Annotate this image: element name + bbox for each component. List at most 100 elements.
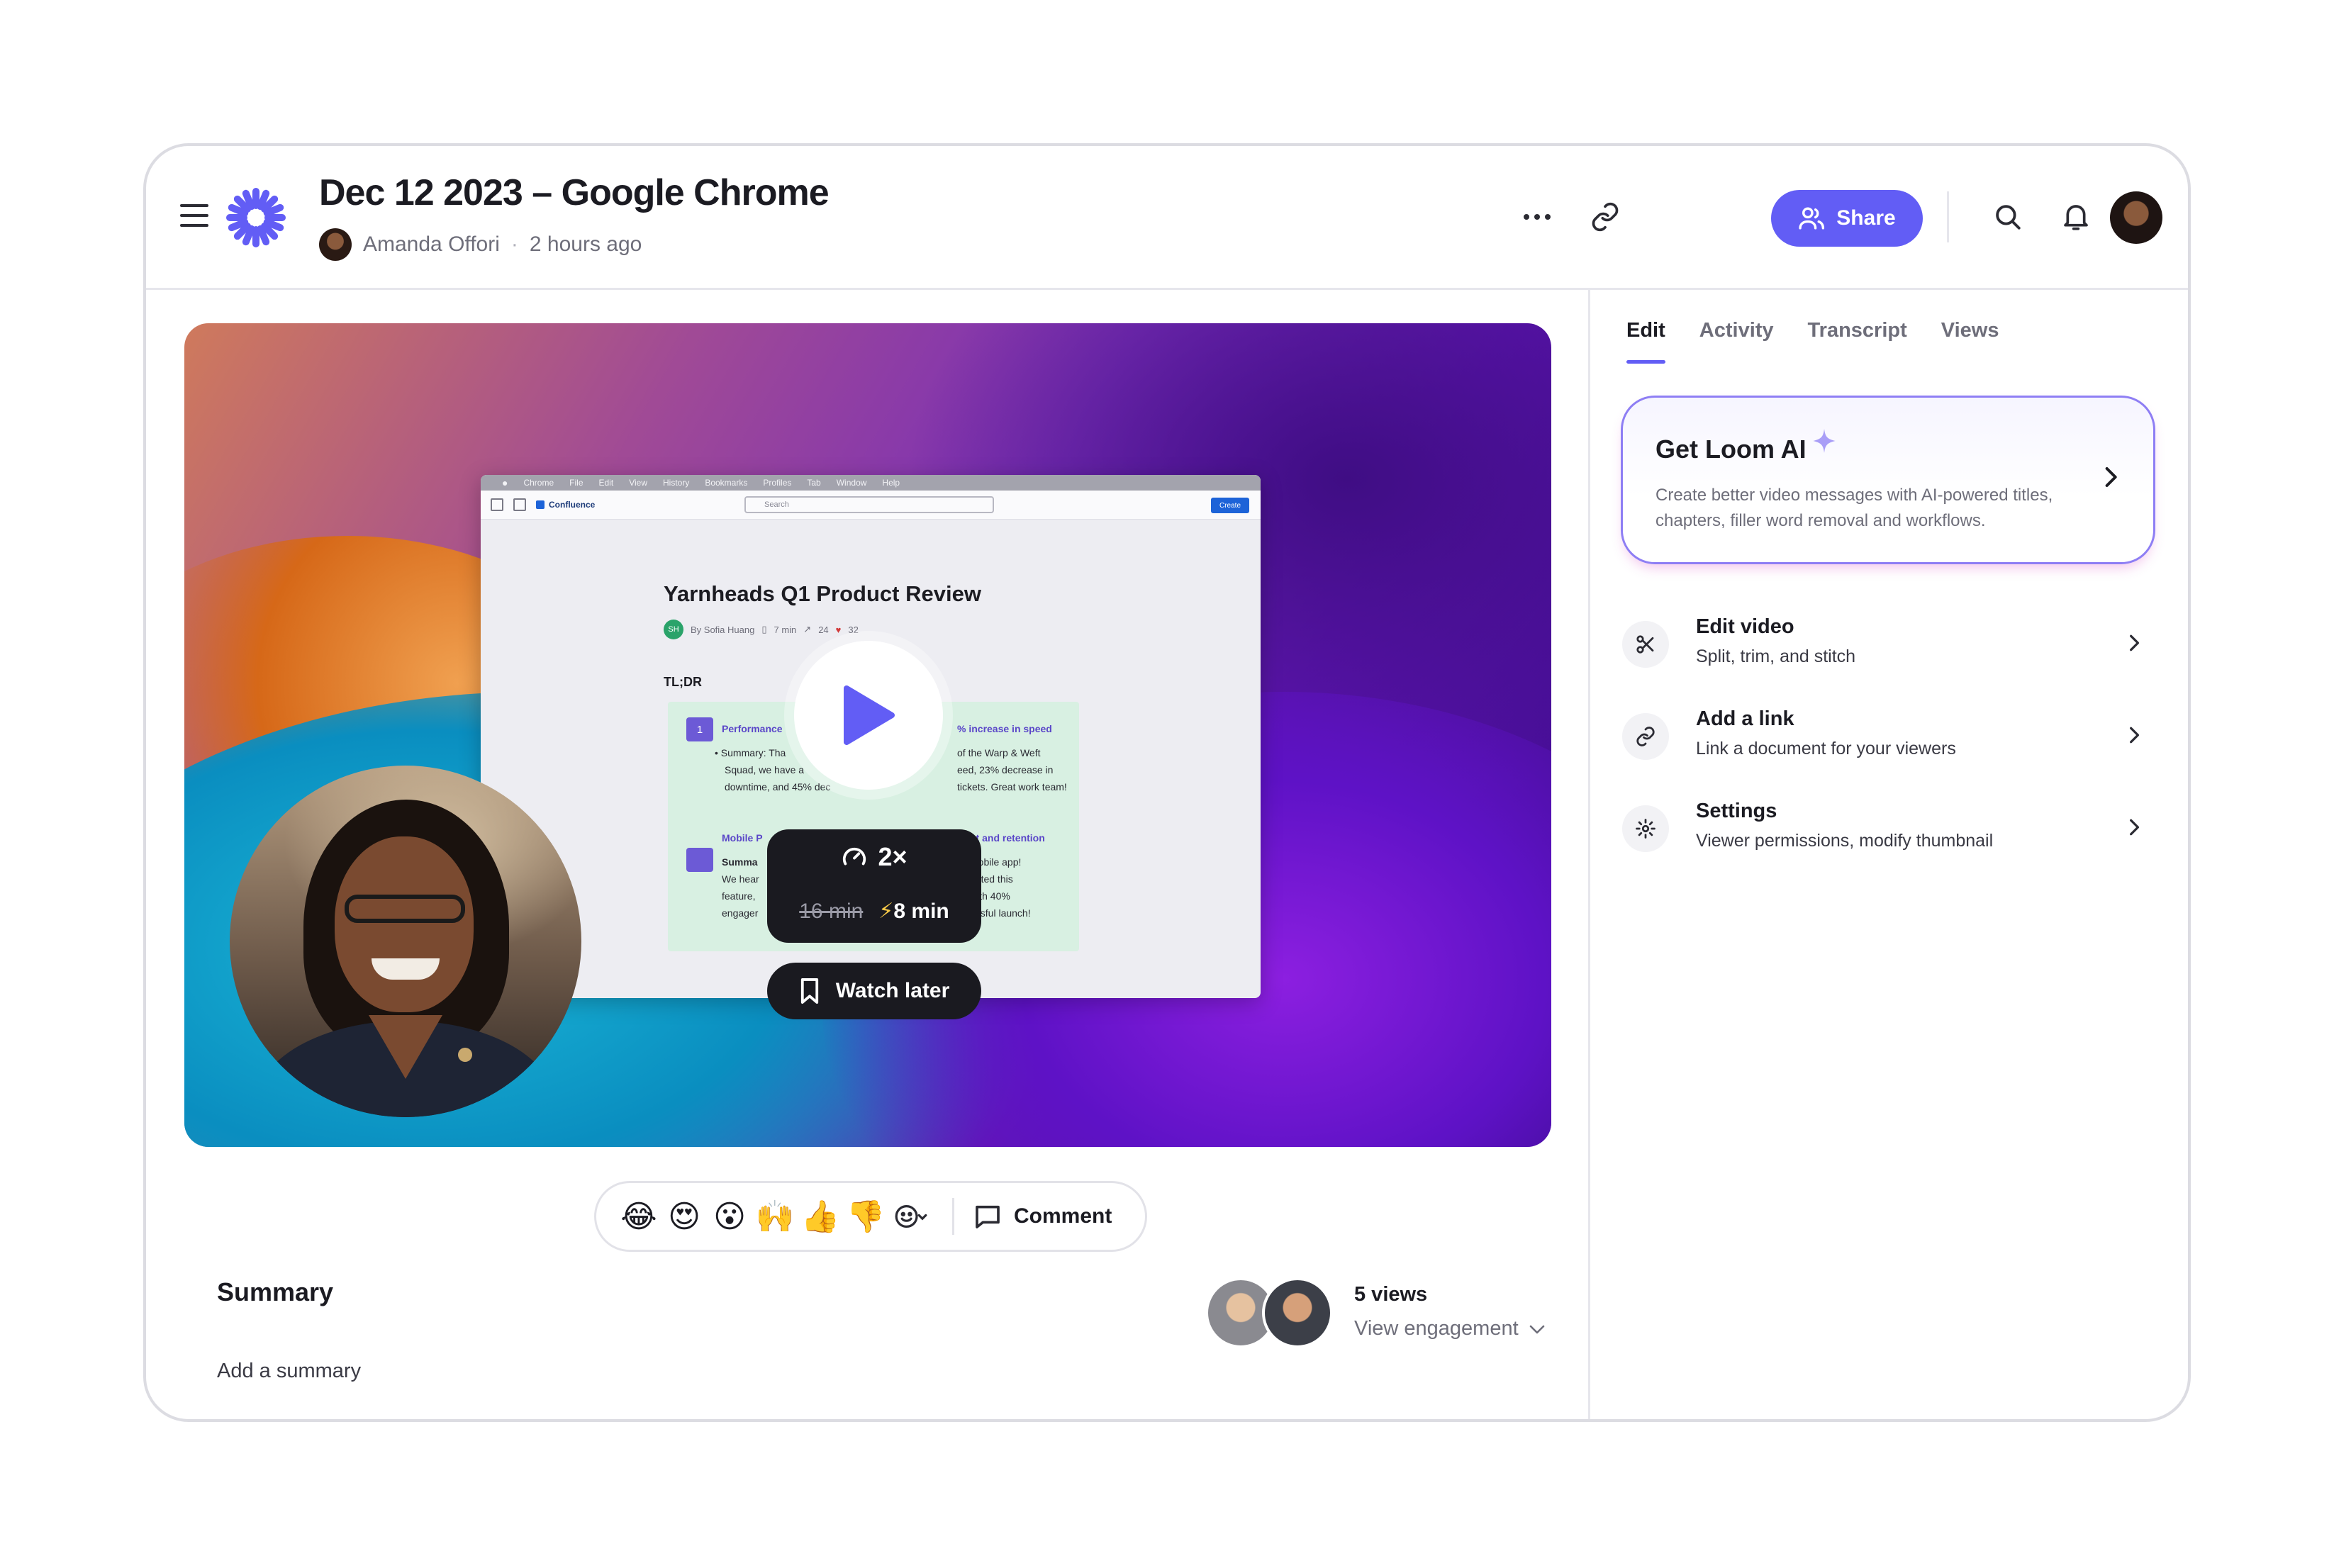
summary-heading: Summary [217, 1277, 334, 1306]
thumbs-up-emoji-button[interactable]: 👍 [798, 1194, 843, 1239]
share-button[interactable]: Share [1771, 190, 1923, 247]
menubar-item: Edit [598, 478, 614, 488]
meta-separator: · [510, 233, 518, 256]
settings-icon-wrap [1622, 805, 1669, 852]
chevron-right-icon [2105, 467, 2117, 487]
more-options-button[interactable] [1509, 189, 1565, 245]
loom-logo-icon[interactable] [224, 186, 288, 250]
video-title[interactable]: Dec 12 2023 – Google Chrome [319, 172, 830, 214]
add-reaction-button[interactable] [888, 1194, 934, 1239]
link-icon [1592, 202, 1619, 232]
user-avatar[interactable] [2110, 191, 2162, 244]
view-engagement-button[interactable]: View engagement [1354, 1317, 1546, 1340]
item2-line3-left: feature, [722, 890, 756, 902]
lightning-icon: ⚡ [878, 900, 894, 923]
video-page-card: Dec 12 2023 – Google Chrome Amanda Offor… [143, 143, 2191, 1422]
comment-button[interactable]: Comment [973, 1202, 1112, 1231]
fast-duration-wrap: ⚡8 min [878, 899, 949, 924]
confluence-search-placeholder: Search [764, 500, 789, 509]
laugh-emoji-button[interactable]: 😂 [616, 1194, 661, 1239]
column-divider [1588, 288, 1590, 1419]
presenter-glasses [345, 895, 465, 923]
doc-read-time: 7 min [774, 624, 797, 635]
add-link-title: Add a link [1696, 707, 1794, 730]
chevron-right-icon [2130, 634, 2140, 651]
time-saved-row: 16 min ⚡8 min [767, 899, 981, 924]
playback-speed-badge[interactable]: 2× 16 min ⚡8 min [767, 829, 981, 943]
item2-line2-left: We hear [722, 873, 759, 885]
menubar-item: View [629, 478, 647, 488]
item2-line1-left: Summa [722, 856, 758, 868]
menu-icon[interactable] [180, 204, 208, 227]
comment-icon [976, 1205, 1000, 1228]
header: Dec 12 2023 – Google Chrome Amanda Offor… [146, 146, 2188, 290]
book-icon: ▯ [761, 624, 767, 634]
doc-author: By Sofia Huang [691, 624, 755, 635]
confluence-toolbar: Confluence Search Create [481, 491, 1261, 520]
add-summary-link[interactable]: Add a summary [217, 1360, 361, 1383]
add-link-desc: Link a document for your viewers [1696, 739, 1956, 758]
edit-video-title: Edit video [1696, 615, 1794, 638]
author-name[interactable]: Amanda Offori [363, 233, 500, 257]
fast-duration: 8 min [893, 900, 949, 923]
copy-link-button[interactable] [1577, 189, 1634, 245]
item2-line4-left: engager [722, 907, 759, 919]
tab-transcript[interactable]: Transcript [1808, 319, 1907, 364]
emoji-picker-icon [895, 1205, 927, 1228]
reaction-divider [952, 1198, 954, 1235]
item1-line3-right: tickets. Great work team! [957, 781, 1067, 793]
bookmark-icon [800, 978, 818, 1004]
play-icon [844, 685, 895, 745]
get-loom-ai-card[interactable]: Get Loom AI Create better video messages… [1621, 396, 2155, 564]
author-initials-avatar: SH [664, 620, 683, 639]
search-button[interactable] [1980, 189, 2036, 245]
raised-hands-emoji-button[interactable]: 🙌 [752, 1194, 798, 1239]
more-icon [1524, 214, 1551, 220]
item1-line2-left: Squad, we have a [725, 764, 805, 775]
presenter-pin [458, 1048, 472, 1062]
edit-video-icon-wrap [1622, 621, 1669, 668]
ai-title-row: Get Loom AI [1655, 429, 1836, 464]
tab-activity[interactable]: Activity [1699, 319, 1774, 364]
edit-video-row[interactable]: Edit video Split, trim, and stitch [1622, 608, 2155, 679]
notifications-button[interactable] [2048, 189, 2104, 245]
tab-views[interactable]: Views [1941, 319, 1999, 364]
item1-line1-left: • Summary: Tha [715, 747, 786, 758]
heart-eyes-emoji-button[interactable]: 😍 [661, 1194, 707, 1239]
speedometer-icon [843, 847, 866, 866]
surprised-emoji-button[interactable]: 😮 [707, 1194, 752, 1239]
menubar-item: File [569, 478, 584, 488]
viewer-avatar[interactable] [1262, 1277, 1333, 1348]
ai-title: Get Loom AI [1655, 435, 1807, 464]
confluence-label: Confluence [549, 500, 596, 510]
confluence-create-button: Create [1211, 498, 1249, 513]
settings-row[interactable]: Settings Viewer permissions, modify thum… [1622, 793, 2155, 863]
author-avatar[interactable] [319, 228, 352, 261]
item1-heading-right: % increase in speed [957, 723, 1052, 734]
add-link-row[interactable]: Add a link Link a document for your view… [1622, 700, 2155, 771]
item-number-badge [686, 848, 713, 872]
item-number-badge: 1 [686, 717, 713, 741]
bell-icon [2064, 205, 2088, 230]
confluence-search: Search [744, 496, 994, 513]
mac-menubar: ● Chrome File Edit View History Bookmark… [481, 475, 1261, 491]
watch-later-label: Watch later [835, 979, 950, 1002]
chevron-right-icon [2130, 727, 2140, 744]
sidebar-toggle-icon [491, 498, 503, 511]
ai-description: Create better video messages with AI-pow… [1655, 486, 2053, 530]
video-player[interactable]: ● Chrome File Edit View History Bookmark… [184, 323, 1551, 1147]
comment-label: Comment [1014, 1204, 1112, 1228]
gear-icon [1636, 819, 1655, 839]
doc-views: 24 [818, 624, 829, 635]
add-link-icon-wrap [1622, 713, 1669, 760]
watch-later-button[interactable]: Watch later [767, 963, 981, 1019]
time-ago: 2 hours ago [529, 233, 642, 256]
play-button[interactable] [794, 641, 943, 790]
apple-icon: ● [502, 477, 508, 488]
presenter-camera-bubble[interactable] [230, 766, 581, 1117]
thumbs-down-emoji-button[interactable]: 👎 [843, 1194, 888, 1239]
confluence-logo-icon [536, 500, 545, 509]
item2-heading-left: Mobile P [722, 832, 763, 844]
tab-edit[interactable]: Edit [1626, 319, 1665, 364]
settings-desc: Viewer permissions, modify thumbnail [1696, 831, 1994, 851]
